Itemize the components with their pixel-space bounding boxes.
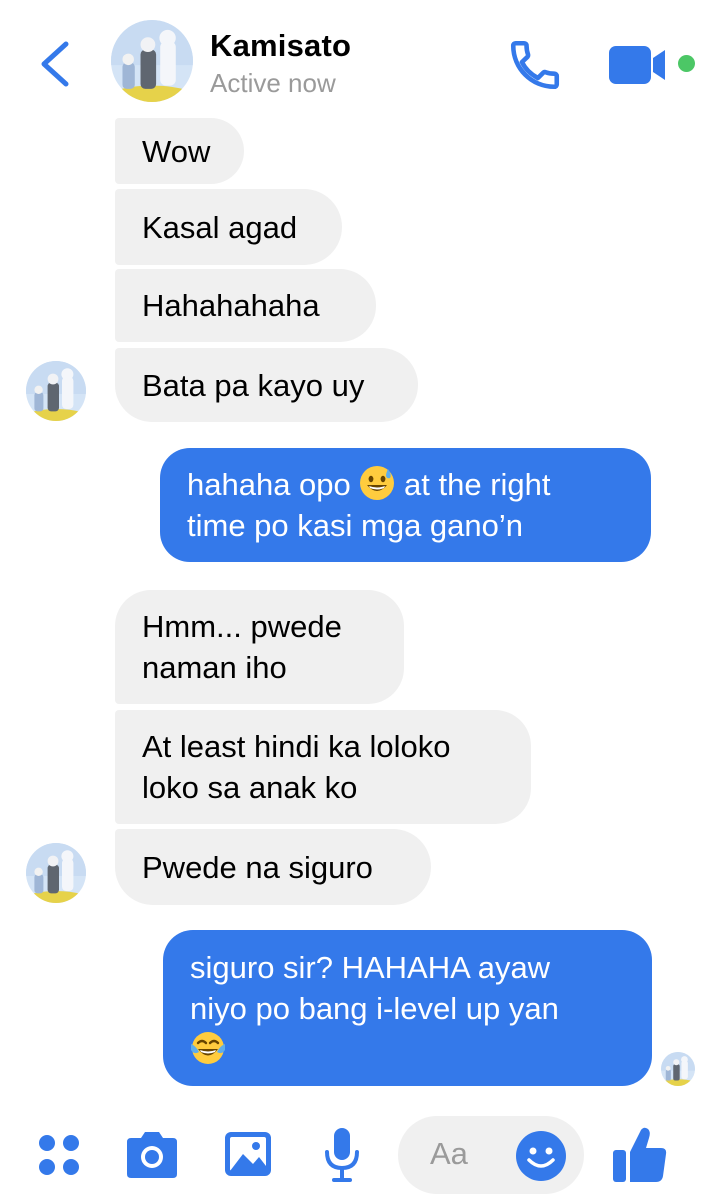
online-indicator xyxy=(678,55,695,72)
contact-name[interactable]: Kamisato xyxy=(210,28,351,64)
contact-avatar-small[interactable] xyxy=(26,361,86,421)
message-bubble-incoming[interactable]: Kasal agad xyxy=(115,189,342,265)
message-bubble-outgoing[interactable]: hahaha opo at the right time po kasi mga… xyxy=(160,448,651,562)
grinning-face-with-sweat-icon xyxy=(360,466,395,500)
back-chevron-icon[interactable] xyxy=(36,38,76,90)
camera-icon[interactable] xyxy=(123,1130,181,1180)
video-call-icon[interactable] xyxy=(607,44,669,86)
microphone-icon[interactable] xyxy=(322,1126,362,1184)
message-bubble-incoming[interactable]: Pwede na siguro xyxy=(115,829,431,905)
chat-header: Kamisato Active now xyxy=(0,0,704,118)
message-bubble-incoming[interactable]: Hahahahaha xyxy=(115,269,376,342)
thumbs-up-icon[interactable] xyxy=(611,1124,669,1184)
message-bubble-incoming[interactable]: At least hindi ka loloko loko sa anak ko xyxy=(115,710,531,824)
face-with-tears-of-joy-icon xyxy=(191,1031,225,1064)
gallery-icon[interactable] xyxy=(223,1130,273,1178)
contact-avatar-small[interactable] xyxy=(26,843,86,903)
read-receipt-avatar xyxy=(661,1052,695,1086)
message-composer: Aa xyxy=(0,1108,704,1200)
active-status: Active now xyxy=(210,68,336,98)
contact-avatar[interactable] xyxy=(111,20,193,102)
input-placeholder: Aa xyxy=(430,1136,468,1171)
emoji-icon[interactable] xyxy=(515,1130,567,1182)
message-bubble-incoming[interactable]: Hmm... pwede naman iho xyxy=(115,590,404,704)
phone-call-icon[interactable] xyxy=(506,36,564,94)
message-bubble-incoming[interactable]: Bata pa kayo uy xyxy=(115,348,418,422)
message-bubble-incoming[interactable]: Wow xyxy=(115,118,244,184)
menu-grid-icon[interactable] xyxy=(36,1132,82,1178)
message-bubble-outgoing[interactable]: siguro sir? HAHAHA ayaw niyo po bang i-l… xyxy=(163,930,652,1086)
